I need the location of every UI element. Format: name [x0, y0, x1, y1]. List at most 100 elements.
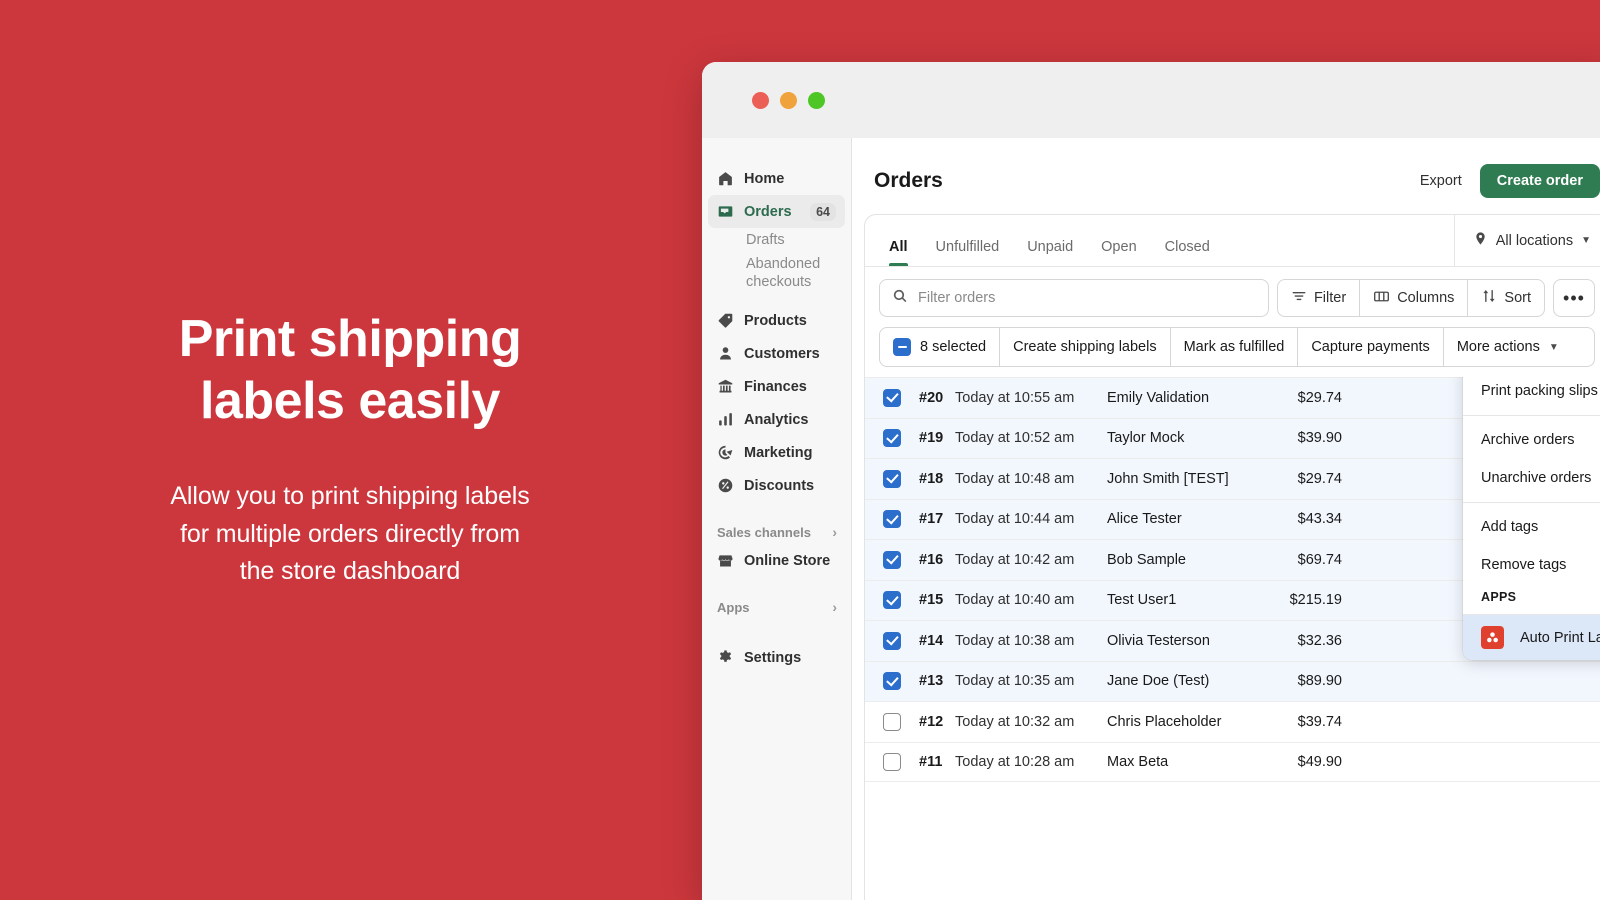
order-number: #20: [919, 389, 944, 406]
more-options-button[interactable]: •••: [1553, 279, 1595, 317]
search-field-wrapper[interactable]: [879, 279, 1269, 317]
order-date: Today at 10:55 am: [955, 389, 1075, 406]
indeterminate-checkbox-icon[interactable]: [893, 338, 911, 356]
hero-panel: Print shipping labels easily Allow you t…: [0, 0, 700, 900]
sort-label: Sort: [1504, 290, 1531, 306]
chevron-right-icon: ›: [832, 524, 837, 541]
row-checkbox[interactable]: [883, 752, 901, 771]
sidebar-item-label: Home: [744, 170, 785, 187]
filter-button[interactable]: Filter: [1278, 280, 1361, 316]
maximize-window-button[interactable]: [808, 91, 825, 109]
export-button[interactable]: Export: [1420, 173, 1462, 189]
order-date: Today at 10:38 am: [955, 632, 1075, 649]
marketing-icon: [717, 444, 734, 461]
location-filter-label: All locations: [1495, 232, 1574, 249]
order-customer: Jane Doe (Test): [1107, 673, 1210, 690]
sidebar-item-settings[interactable]: Settings: [708, 641, 845, 674]
sidebar-item-finances[interactable]: Finances: [708, 370, 845, 403]
create-shipping-labels-button[interactable]: Create shipping labels: [1000, 328, 1171, 366]
row-checkbox[interactable]: [883, 712, 901, 731]
tab-all[interactable]: All: [875, 239, 922, 266]
order-date: Today at 10:28 am: [955, 753, 1075, 770]
table-row[interactable]: #11 Today at 10:28 am Max Beta $49.90: [865, 741, 1600, 782]
row-checkbox[interactable]: [883, 429, 901, 448]
row-checkbox[interactable]: [883, 510, 901, 529]
order-customer: Emily Validation: [1107, 389, 1210, 406]
sidebar-item-home[interactable]: Home: [708, 162, 845, 195]
row-checkbox[interactable]: [883, 631, 901, 650]
tab-unfulfilled[interactable]: Unfulfilled: [922, 239, 1014, 266]
order-customer: Alice Tester: [1107, 511, 1182, 528]
menu-item-add-tags[interactable]: Add tags: [1463, 508, 1600, 546]
app-body: Home Orders 64 Drafts Abandoned checkout…: [702, 138, 1600, 900]
sidebar-item-customers[interactable]: Customers: [708, 337, 845, 370]
tag-icon: [717, 312, 734, 329]
row-checkbox[interactable]: [883, 550, 901, 569]
order-number: #19: [919, 430, 944, 447]
menu-item-auto-print-labels[interactable]: Auto Print Labels: [1463, 615, 1600, 660]
order-amount: $49.90: [1297, 753, 1342, 770]
browser-window: Home Orders 64 Drafts Abandoned checkout…: [702, 62, 1600, 900]
bank-icon: [717, 378, 734, 395]
minimize-window-button[interactable]: [780, 91, 797, 109]
more-actions-button[interactable]: More actions ▼: [1444, 328, 1572, 366]
order-number: #12: [919, 713, 944, 730]
location-filter-dropdown[interactable]: All locations ▼: [1453, 215, 1600, 266]
table-row[interactable]: #13 Today at 10:35 am Jane Doe (Test) $8…: [865, 660, 1600, 701]
sidebar-item-products[interactable]: Products: [708, 304, 845, 337]
tab-unpaid[interactable]: Unpaid: [1013, 239, 1087, 266]
apps-section-header[interactable]: Apps ›: [717, 599, 837, 615]
create-order-button[interactable]: Create order: [1479, 164, 1600, 198]
order-customer: John Smith [TEST]: [1107, 470, 1229, 487]
sidebar-item-label: Online Store: [744, 552, 831, 569]
sales-channels-section-header[interactable]: Sales channels ›: [717, 524, 837, 540]
hero-subtitle-line3: the store dashboard: [239, 557, 461, 586]
menu-separator: [1463, 415, 1600, 416]
hero-title-line2: labels easily: [200, 371, 500, 430]
orders-count-badge: 64: [810, 202, 836, 221]
mark-as-fulfilled-button[interactable]: Mark as fulfilled: [1171, 328, 1299, 366]
order-customer: Test User1: [1107, 592, 1177, 609]
sidebar-item-online-store[interactable]: Online Store: [708, 544, 845, 577]
columns-button[interactable]: Columns: [1360, 280, 1469, 316]
row-checkbox[interactable]: [883, 469, 901, 488]
columns-icon: [1373, 288, 1390, 309]
tab-open[interactable]: Open: [1087, 239, 1150, 266]
more-actions-label: More actions: [1456, 339, 1540, 355]
capture-payments-button[interactable]: Capture payments: [1298, 328, 1444, 366]
gear-icon: [717, 649, 734, 666]
sidebar-subitem-abandoned-checkouts[interactable]: Abandoned checkouts: [708, 252, 845, 294]
sidebar-item-discounts[interactable]: Discounts: [708, 469, 845, 502]
order-number: #18: [919, 470, 944, 487]
apps-label: Apps: [717, 599, 750, 615]
search-input[interactable]: [918, 290, 1256, 306]
orders-table: #20 Today at 10:55 am Emily Validation $…: [865, 377, 1600, 900]
table-row[interactable]: #12 Today at 10:32 am Chris Placeholder …: [865, 701, 1600, 742]
menu-item-archive-orders[interactable]: Archive orders: [1463, 421, 1600, 459]
order-amount: $29.74: [1297, 470, 1342, 487]
sidebar-item-orders[interactable]: Orders 64: [708, 195, 845, 228]
selection-count-label: 8 selected: [920, 339, 987, 355]
order-date: Today at 10:35 am: [955, 673, 1075, 690]
menu-item-unarchive-orders[interactable]: Unarchive orders: [1463, 459, 1600, 497]
sidebar-subitem-drafts[interactable]: Drafts: [708, 228, 845, 252]
row-checkbox[interactable]: [883, 388, 901, 407]
close-window-button[interactable]: [752, 91, 769, 109]
menu-item-remove-tags[interactable]: Remove tags: [1463, 546, 1600, 584]
sidebar-item-label: Marketing: [744, 444, 813, 461]
sidebar-item-label: Analytics: [744, 411, 809, 428]
person-icon: [717, 345, 734, 362]
row-checkbox[interactable]: [883, 591, 901, 610]
window-titlebar: [702, 62, 1600, 138]
order-amount: $29.74: [1297, 389, 1342, 406]
order-customer: Taylor Mock: [1107, 430, 1185, 447]
row-checkbox[interactable]: [883, 672, 901, 691]
order-amount: $32.36: [1297, 632, 1342, 649]
sidebar-item-label: Discounts: [744, 477, 815, 494]
sort-button[interactable]: Sort: [1468, 280, 1544, 316]
sidebar-item-analytics[interactable]: Analytics: [708, 403, 845, 436]
sidebar-item-marketing[interactable]: Marketing: [708, 436, 845, 469]
menu-item-print-packing-slips[interactable]: Print packing slips: [1463, 377, 1600, 410]
selection-count[interactable]: 8 selected: [880, 328, 1001, 366]
tab-closed[interactable]: Closed: [1151, 239, 1224, 266]
